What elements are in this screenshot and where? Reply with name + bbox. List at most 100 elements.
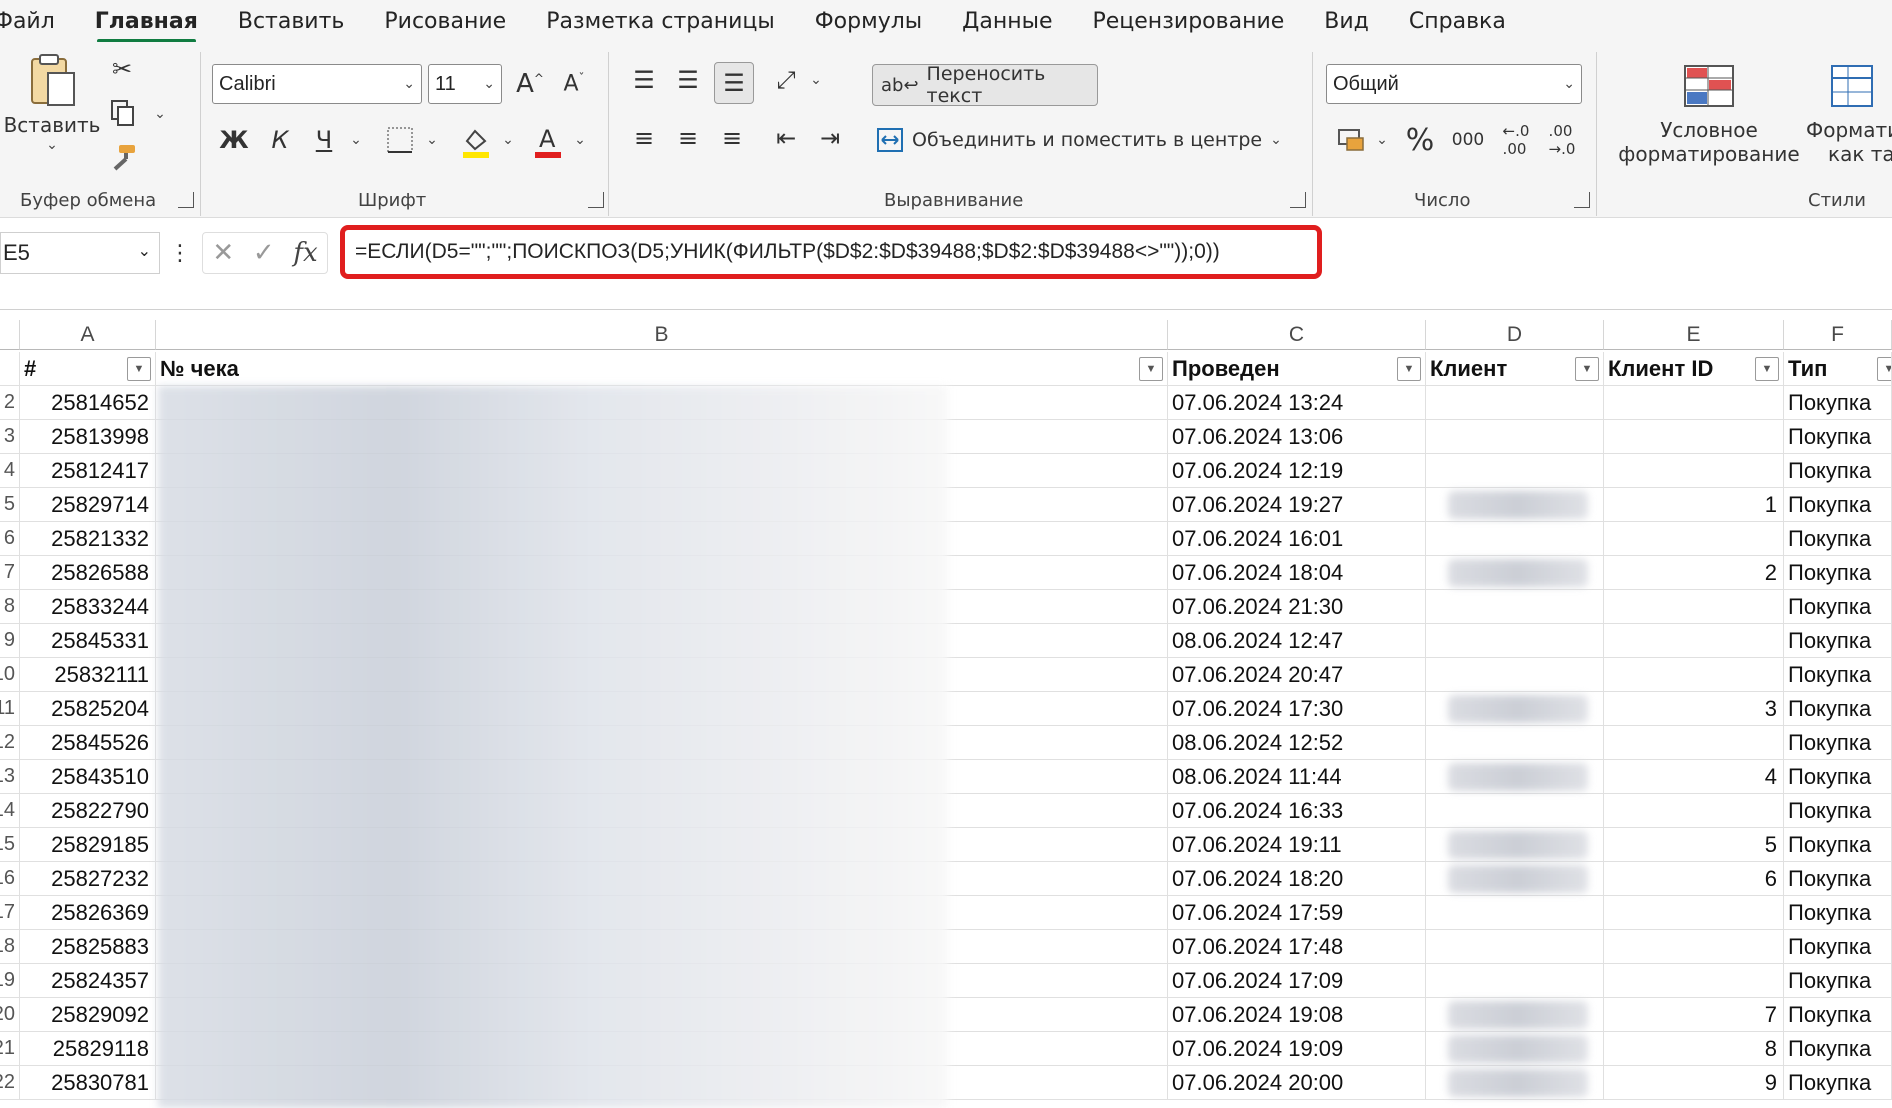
cell-type[interactable]: Покупка (1784, 930, 1892, 964)
cell-type[interactable]: Покупка (1784, 658, 1892, 692)
align-bottom-button[interactable]: ☰ (714, 62, 754, 104)
font-launcher[interactable] (588, 192, 604, 208)
merge-dropdown[interactable]: ⌄ (1266, 128, 1286, 152)
cell-client-id[interactable]: 9 (1604, 1066, 1784, 1100)
menu-page-layout[interactable]: Разметка страницы (546, 9, 775, 34)
row-number[interactable]: 9 (0, 624, 20, 658)
cell-client-id[interactable] (1604, 896, 1784, 930)
increase-font-button[interactable]: A^ (512, 66, 548, 102)
cancel-icon[interactable]: ✕ (212, 238, 234, 268)
row-number[interactable]: 13 (0, 760, 20, 794)
cell-number[interactable]: 25829714 (20, 488, 156, 522)
filter-dropdown-icon[interactable]: ▼ (127, 357, 151, 381)
orientation-dropdown[interactable]: ⌄ (806, 68, 826, 92)
cell-type[interactable]: Покупка (1784, 1032, 1892, 1066)
cell-type[interactable]: Покупка (1784, 556, 1892, 590)
cell-type[interactable]: Покупка (1784, 794, 1892, 828)
cell-date[interactable]: 07.06.2024 17:59 (1168, 896, 1426, 930)
cell-number[interactable]: 25812417 (20, 454, 156, 488)
fill-color-dropdown[interactable]: ⌄ (498, 128, 518, 152)
cell-client[interactable] (1426, 454, 1604, 488)
cell-client[interactable] (1426, 930, 1604, 964)
cell-client-id[interactable] (1604, 386, 1784, 420)
cell-type[interactable]: Покупка (1784, 862, 1892, 896)
cell-client-id[interactable] (1604, 726, 1784, 760)
decrease-decimal-button[interactable]: .00 →.0 (1542, 120, 1582, 160)
menu-review[interactable]: Рецензирование (1093, 9, 1285, 34)
row-number[interactable]: 8 (0, 590, 20, 624)
cell-client-id[interactable] (1604, 964, 1784, 998)
number-format-combo[interactable]: Общий ⌄ (1326, 64, 1582, 104)
cell-type[interactable]: Покупка (1784, 522, 1892, 556)
cell-type[interactable]: Покупка (1784, 828, 1892, 862)
percent-button[interactable]: % (1400, 120, 1440, 160)
accounting-dropdown[interactable]: ⌄ (1372, 128, 1392, 152)
bold-button[interactable]: Ж (216, 122, 252, 158)
filter-dropdown-icon[interactable]: ▼ (1397, 357, 1421, 381)
cell-type[interactable]: Покупка (1784, 896, 1892, 930)
row-number[interactable]: 15 (0, 828, 20, 862)
align-middle-button[interactable]: ☰ (670, 62, 706, 98)
cell-type[interactable]: Покупка (1784, 386, 1892, 420)
cell-date[interactable]: 07.06.2024 20:47 (1168, 658, 1426, 692)
cell-client[interactable] (1426, 590, 1604, 624)
italic-button[interactable]: К (262, 122, 298, 158)
cell-client-id[interactable]: 6 (1604, 862, 1784, 896)
orientation-button[interactable]: ⤢ (768, 62, 804, 98)
cell-number[interactable]: 25830781 (20, 1066, 156, 1100)
cell-client[interactable] (1426, 386, 1604, 420)
cell-number[interactable]: 25826369 (20, 896, 156, 930)
cell-client[interactable] (1426, 420, 1604, 454)
underline-button[interactable]: Ч (306, 122, 342, 158)
column-header-a[interactable]: A (20, 320, 156, 350)
align-right-button[interactable]: ≡ (714, 120, 750, 156)
paste-button[interactable]: Вставить ⌄ (4, 48, 100, 158)
cell-client-id[interactable] (1604, 658, 1784, 692)
cell-number[interactable]: 25822790 (20, 794, 156, 828)
cell-client-id[interactable] (1604, 624, 1784, 658)
row-number[interactable]: 7 (0, 556, 20, 590)
format-as-table-button[interactable]: Формати как таб (1806, 50, 1892, 180)
cell-date[interactable]: 07.06.2024 13:24 (1168, 386, 1426, 420)
row-number[interactable]: 5 (0, 488, 20, 522)
cell-client-id[interactable]: 2 (1604, 556, 1784, 590)
conditional-formatting-button[interactable]: Условное форматирование (1614, 50, 1804, 180)
row-number[interactable]: 6 (0, 522, 20, 556)
menu-data[interactable]: Данные (962, 9, 1052, 34)
font-name-combo[interactable]: Calibri ⌄ (212, 64, 422, 104)
cell-client[interactable] (1426, 624, 1604, 658)
filter-dropdown-icon[interactable]: ▼ (1575, 357, 1599, 381)
cell-number[interactable]: 25829092 (20, 998, 156, 1032)
accounting-format-button[interactable] (1334, 122, 1370, 158)
menu-home[interactable]: Главная (95, 9, 198, 43)
cell-client-id[interactable]: 1 (1604, 488, 1784, 522)
borders-dropdown[interactable]: ⌄ (422, 128, 442, 152)
cell-type[interactable]: Покупка (1784, 964, 1892, 998)
underline-dropdown[interactable]: ⌄ (346, 128, 366, 152)
cell-client-id[interactable] (1604, 590, 1784, 624)
cell-client[interactable] (1426, 896, 1604, 930)
menu-help[interactable]: Справка (1409, 9, 1506, 34)
column-header-d[interactable]: D (1426, 320, 1604, 350)
alignment-launcher[interactable] (1290, 192, 1306, 208)
enter-icon[interactable]: ✓ (253, 238, 275, 268)
cell-date[interactable]: 07.06.2024 19:09 (1168, 1032, 1426, 1066)
row-number[interactable]: 2 (0, 386, 20, 420)
more-options-icon[interactable]: ⋮ (169, 234, 191, 272)
filter-dropdown-icon[interactable]: ▼ (1139, 357, 1163, 381)
cell-number[interactable]: 25827232 (20, 862, 156, 896)
filter-dropdown-icon[interactable]: ▼ (1755, 357, 1779, 381)
format-painter-button[interactable] (108, 142, 138, 172)
decrease-font-button[interactable]: Aˇ (556, 66, 592, 102)
cell-date[interactable]: 07.06.2024 17:48 (1168, 930, 1426, 964)
cell-number[interactable]: 25832111 (20, 658, 156, 692)
font-color-button[interactable]: A (530, 122, 566, 162)
row-number[interactable]: 10 (0, 658, 20, 692)
cell-date[interactable]: 07.06.2024 13:06 (1168, 420, 1426, 454)
cell-number[interactable]: 25813998 (20, 420, 156, 454)
cell-number[interactable]: 25814652 (20, 386, 156, 420)
cell-client-id[interactable] (1604, 794, 1784, 828)
row-number[interactable]: 4 (0, 454, 20, 488)
wrap-text-button[interactable]: ab↩ Переносить текст (872, 63, 1098, 107)
align-center-button[interactable]: ≡ (670, 120, 706, 156)
